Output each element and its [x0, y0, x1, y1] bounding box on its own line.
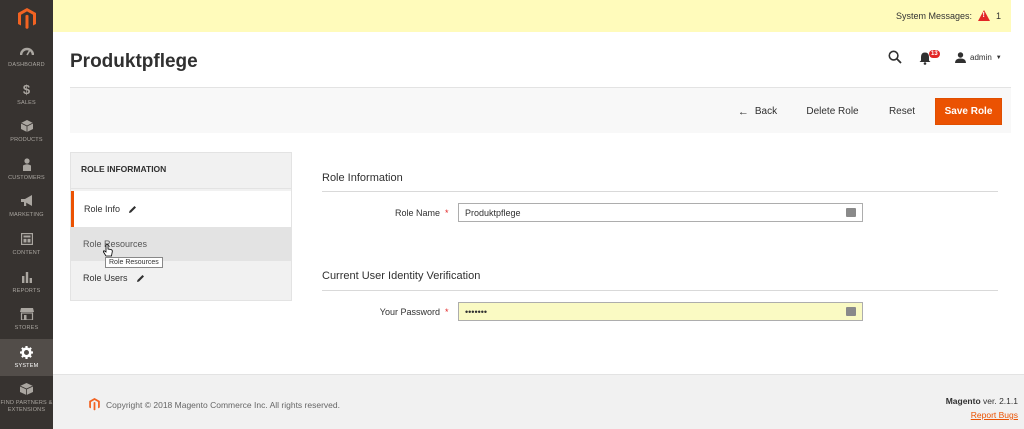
system-messages-count: 1 — [995, 10, 1001, 21]
autofill-icon — [846, 307, 856, 316]
nav-dashboard[interactable]: DASHBOARD — [0, 38, 53, 76]
hand-cursor-icon — [103, 244, 113, 257]
nav-reports[interactable]: REPORTS — [0, 264, 53, 302]
reset-button[interactable]: Reset — [882, 98, 922, 125]
password-field[interactable]: ••••••• — [458, 302, 863, 321]
back-button[interactable]: ← Back — [735, 98, 780, 125]
user-name: admin — [970, 53, 992, 62]
warning-icon: ! — [977, 10, 990, 21]
pencil-icon — [129, 205, 137, 213]
required-marker: * — [445, 208, 449, 218]
layout-icon — [20, 233, 33, 247]
store-icon — [19, 308, 34, 322]
system-messages-label: System Messages: — [895, 10, 972, 21]
section-divider — [322, 191, 998, 192]
page-title: Produktpflege — [70, 51, 198, 72]
back-label: Back — [754, 106, 778, 117]
version-text: ver. 2.1.1 — [980, 396, 1018, 406]
role-tabs: ROLE INFORMATION Role Info Role Resource… — [70, 152, 292, 301]
extensions-icon — [19, 383, 34, 397]
nav-label: REPORTS — [12, 287, 41, 294]
chevron-down-icon: ▼ — [995, 54, 1002, 61]
section-divider — [322, 290, 998, 291]
nav-sales[interactable]: $ SALES — [0, 76, 53, 114]
user-menu[interactable]: admin ▼ — [955, 52, 1002, 63]
tabs-title: ROLE INFORMATION — [71, 153, 291, 189]
nav-find-partners[interactable]: FIND PARTNERS & EXTENSIONS — [0, 376, 53, 420]
version: Magento ver. 2.1.1 — [946, 396, 1018, 406]
password-value: ••••••• — [465, 307, 488, 317]
cube-icon — [20, 120, 33, 134]
nav-system[interactable]: SYSTEM — [0, 338, 53, 377]
person-icon — [22, 158, 32, 172]
notifications-count[interactable]: 13 — [929, 50, 940, 58]
page-actions: ← Back Delete Role Reset Save Role — [70, 87, 1011, 133]
delete-role-button[interactable]: Delete Role — [800, 98, 865, 125]
bar-chart-icon — [21, 271, 33, 285]
copyright: Copyright © 2018 Magento Commerce Inc. A… — [89, 398, 340, 411]
tab-role-info[interactable]: Role Info — [71, 191, 291, 227]
nav-stores[interactable]: STORES — [0, 301, 53, 339]
tab-label: Role Users — [83, 273, 128, 283]
tab-role-users[interactable]: Role Users — [71, 261, 291, 295]
system-messages[interactable]: System Messages: ! 1 — [896, 10, 1001, 21]
role-name-field[interactable]: Produktpflege — [458, 203, 863, 222]
nav-label: MARKETING — [9, 212, 44, 219]
nav-label: CONTENT — [12, 250, 41, 257]
brand-name: Magento — [945, 396, 981, 406]
tab-label: Role Resources — [83, 239, 148, 249]
pencil-icon — [136, 274, 144, 282]
role-name-label: Role Name — [394, 208, 440, 218]
nav-marketing[interactable]: MARKETING — [0, 188, 53, 226]
tab-label: Role Info — [84, 204, 121, 214]
section-title-verification: Current User Identity Verification — [322, 270, 481, 282]
nav-label: SALES — [17, 99, 36, 106]
system-messages-bar: System Messages: ! 1 — [53, 0, 1011, 32]
save-role-button[interactable]: Save Role — [935, 98, 1002, 125]
copyright-text: Copyright © 2018 Magento Commerce Inc. A… — [106, 399, 340, 410]
required-marker: * — [445, 307, 449, 317]
role-name-value: Produktpflege — [465, 208, 521, 218]
dollar-icon: $ — [22, 81, 31, 97]
nav-label: CUSTOMERS — [8, 174, 45, 181]
nav-label: DASHBOARD — [8, 62, 45, 69]
arrow-left-icon: ← — [737, 105, 749, 118]
footer: Copyright © 2018 Magento Commerce Inc. A… — [53, 374, 1024, 429]
nav-customers[interactable]: CUSTOMERS — [0, 151, 53, 189]
nav-products[interactable]: PRODUCTS — [0, 113, 53, 151]
megaphone-icon — [20, 195, 34, 209]
dashboard-icon — [19, 45, 34, 59]
admin-sidebar: DASHBOARD $ SALES PRODUCTS CUSTOMERS MAR… — [0, 0, 53, 429]
search-icon[interactable] — [888, 50, 902, 64]
nav-label: PRODUCTS — [10, 137, 43, 144]
nav-label: STORES — [14, 325, 39, 332]
magento-logo[interactable] — [0, 0, 53, 38]
password-label: Your Password — [379, 307, 440, 317]
nav-label: FIND PARTNERS & EXTENSIONS — [0, 400, 53, 413]
tooltip: Role Resources — [105, 257, 163, 268]
section-title-role-information: Role Information — [322, 172, 403, 184]
nav-label: SYSTEM — [14, 362, 39, 369]
nav-content[interactable]: CONTENT — [0, 226, 53, 264]
magento-logo — [89, 398, 100, 411]
report-bugs-link[interactable]: Report Bugs — [971, 410, 1018, 420]
gear-icon — [20, 345, 33, 360]
user-icon — [955, 52, 966, 63]
autofill-icon — [846, 208, 856, 217]
